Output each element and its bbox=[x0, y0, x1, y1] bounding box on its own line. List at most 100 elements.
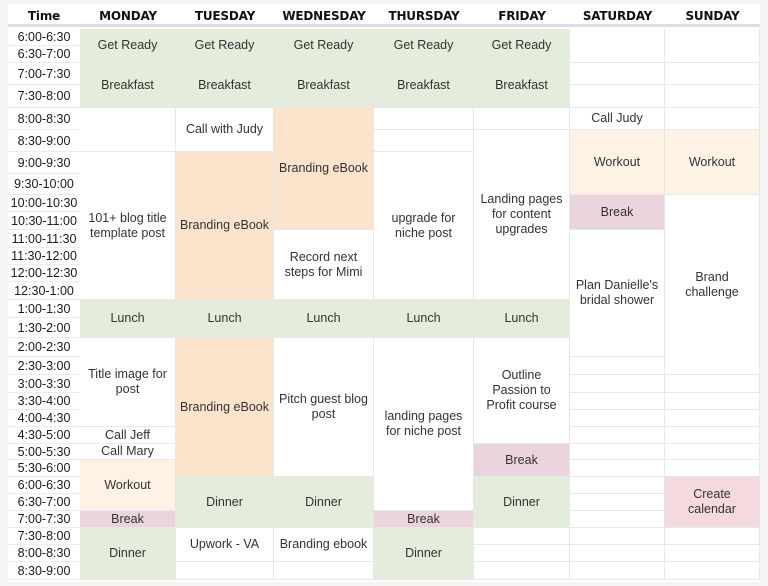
schedule-empty-cell[interactable] bbox=[80, 108, 176, 152]
schedule-empty-cell[interactable] bbox=[570, 427, 665, 444]
time-slot-label: 10:30-11:00 bbox=[8, 212, 80, 230]
schedule-event[interactable]: Call Jeff bbox=[80, 427, 176, 444]
schedule-event[interactable]: Branding eBook bbox=[176, 152, 274, 300]
schedule-event[interactable]: landing pages for niche post bbox=[374, 338, 474, 511]
schedule-event[interactable]: Break bbox=[80, 511, 176, 528]
schedule-event[interactable]: Get Ready bbox=[374, 29, 474, 63]
schedule-empty-cell[interactable] bbox=[474, 108, 570, 130]
schedule-event[interactable]: Workout bbox=[80, 460, 176, 511]
schedule-event[interactable]: Break bbox=[570, 195, 665, 230]
time-slot-label: 12:00-12:30 bbox=[8, 265, 80, 282]
schedule-event[interactable]: Break bbox=[374, 511, 474, 528]
schedule-event[interactable]: Breakfast bbox=[274, 63, 374, 108]
schedule-empty-cell[interactable] bbox=[570, 375, 665, 393]
schedule-empty-cell[interactable] bbox=[665, 63, 760, 85]
schedule-event[interactable]: Lunch bbox=[274, 300, 374, 338]
schedule-empty-cell[interactable] bbox=[274, 562, 374, 580]
schedule-empty-cell[interactable] bbox=[665, 29, 760, 63]
schedule-event[interactable]: Break bbox=[474, 444, 570, 477]
schedule-event[interactable]: Breakfast bbox=[80, 63, 176, 108]
schedule-event[interactable]: Dinner bbox=[274, 477, 374, 528]
schedule-empty-cell[interactable] bbox=[374, 130, 474, 152]
schedule-empty-cell[interactable] bbox=[570, 393, 665, 410]
schedule-empty-cell[interactable] bbox=[474, 545, 570, 562]
time-slot-label: 4:30-5:00 bbox=[8, 427, 80, 444]
schedule-event[interactable]: Pitch guest blog post bbox=[274, 338, 374, 477]
schedule-event[interactable]: Dinner bbox=[176, 477, 274, 528]
schedule-event[interactable]: Lunch bbox=[80, 300, 176, 338]
schedule-empty-cell[interactable] bbox=[665, 545, 760, 562]
schedule-event[interactable]: Workout bbox=[665, 130, 760, 195]
schedule-event[interactable]: Dinner bbox=[80, 528, 176, 580]
time-slot-label: 2:00-2:30 bbox=[8, 338, 80, 357]
schedule-event[interactable]: Lunch bbox=[176, 300, 274, 338]
schedule-event[interactable]: Dinner bbox=[374, 528, 474, 580]
schedule-event[interactable]: Call with Judy bbox=[176, 108, 274, 152]
schedule-event[interactable]: 101+ blog title template post bbox=[80, 152, 176, 300]
schedule-empty-cell[interactable] bbox=[570, 511, 665, 528]
schedule-empty-cell[interactable] bbox=[570, 85, 665, 108]
time-slot-label: 1:30-2:00 bbox=[8, 318, 80, 338]
schedule-event[interactable]: Call Judy bbox=[570, 108, 665, 130]
time-slot-label: 11:30-12:00 bbox=[8, 248, 80, 265]
schedule-event[interactable]: Brand challenge bbox=[665, 195, 760, 375]
schedule-event[interactable]: Breakfast bbox=[374, 63, 474, 108]
schedule-empty-cell[interactable] bbox=[570, 477, 665, 494]
schedule-event[interactable]: Breakfast bbox=[474, 63, 570, 108]
time-slot-label: 8:00-8:30 bbox=[8, 545, 80, 562]
schedule-empty-cell[interactable] bbox=[570, 460, 665, 477]
schedule-empty-cell[interactable] bbox=[665, 375, 760, 393]
time-slot-label: 8:30-9:00 bbox=[8, 130, 80, 152]
schedule-empty-cell[interactable] bbox=[570, 444, 665, 460]
schedule-empty-cell[interactable] bbox=[665, 410, 760, 427]
schedule-event[interactable]: Branding ebook bbox=[274, 528, 374, 562]
schedule-event[interactable]: Branding eBook bbox=[274, 108, 374, 230]
schedule-event[interactable]: upgrade for niche post bbox=[374, 152, 474, 300]
schedule-empty-cell[interactable] bbox=[474, 562, 570, 580]
schedule-event[interactable]: Upwork - VA bbox=[176, 528, 274, 562]
schedule-empty-cell[interactable] bbox=[665, 393, 760, 410]
schedule-empty-cell[interactable] bbox=[570, 545, 665, 562]
schedule-empty-cell[interactable] bbox=[570, 63, 665, 85]
schedule-event[interactable]: Get Ready bbox=[274, 29, 374, 63]
schedule-event[interactable]: Record next steps for Mimi bbox=[274, 230, 374, 300]
schedule-empty-cell[interactable] bbox=[665, 108, 760, 130]
schedule-event[interactable]: Lunch bbox=[474, 300, 570, 338]
schedule-empty-cell[interactable] bbox=[570, 410, 665, 427]
schedule-empty-cell[interactable] bbox=[176, 562, 274, 580]
schedule-event[interactable]: Workout bbox=[570, 130, 665, 195]
schedule-empty-cell[interactable] bbox=[665, 444, 760, 460]
time-slot-label: 11:00-11:30 bbox=[8, 230, 80, 248]
schedule-event[interactable]: Get Ready bbox=[80, 29, 176, 63]
schedule-empty-cell[interactable] bbox=[570, 562, 665, 580]
schedule-empty-cell[interactable] bbox=[665, 85, 760, 108]
schedule-empty-cell[interactable] bbox=[665, 427, 760, 444]
schedule-empty-cell[interactable] bbox=[570, 357, 665, 375]
schedule-empty-cell[interactable] bbox=[665, 460, 760, 477]
time-slot-label: 8:30-9:00 bbox=[8, 562, 80, 580]
schedule-event[interactable]: Call Mary bbox=[80, 444, 176, 460]
schedule-event[interactable]: Create calendar bbox=[665, 477, 760, 528]
time-slot-label: 9:00-9:30 bbox=[8, 152, 80, 174]
time-slot-label: 5:30-6:00 bbox=[8, 460, 80, 477]
schedule-event[interactable]: Lunch bbox=[374, 300, 474, 338]
schedule-empty-cell[interactable] bbox=[570, 29, 665, 63]
schedule-event[interactable]: Outline Passion to Profit course bbox=[474, 338, 570, 444]
time-slot-label: 7:30-8:00 bbox=[8, 528, 80, 545]
time-slot-label: 3:30-4:00 bbox=[8, 393, 80, 410]
time-slot-label: 6:30-7:00 bbox=[8, 46, 80, 63]
schedule-empty-cell[interactable] bbox=[665, 562, 760, 580]
schedule-event[interactable]: Landing pages for content upgrades bbox=[474, 130, 570, 300]
schedule-event[interactable]: Breakfast bbox=[176, 63, 274, 108]
schedule-empty-cell[interactable] bbox=[570, 528, 665, 545]
schedule-empty-cell[interactable] bbox=[474, 528, 570, 545]
schedule-empty-cell[interactable] bbox=[570, 494, 665, 511]
schedule-event[interactable]: Plan Danielle's bridal shower bbox=[570, 230, 665, 357]
schedule-empty-cell[interactable] bbox=[374, 108, 474, 130]
schedule-event[interactable]: Title image for post bbox=[80, 338, 176, 427]
schedule-event[interactable]: Branding eBook bbox=[176, 338, 274, 477]
schedule-empty-cell[interactable] bbox=[665, 528, 760, 545]
schedule-event[interactable]: Get Ready bbox=[474, 29, 570, 63]
schedule-event[interactable]: Get Ready bbox=[176, 29, 274, 63]
schedule-event[interactable]: Dinner bbox=[474, 477, 570, 528]
